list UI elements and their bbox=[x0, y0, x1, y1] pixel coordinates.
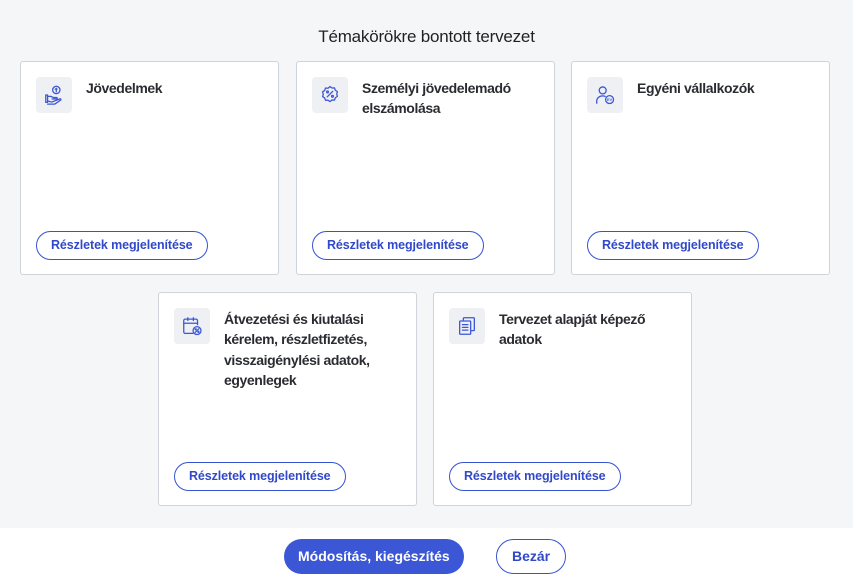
topic-card-sole-proprietors: EV Egyéni vállalkozók Részletek megjelen… bbox=[571, 61, 830, 275]
calendar-percent-icon bbox=[174, 308, 210, 344]
close-button[interactable]: Bezár bbox=[496, 539, 567, 574]
footer-bar: Módosítás, kiegészítés Bezár bbox=[0, 528, 853, 579]
show-details-button[interactable]: Részletek megjelenítése bbox=[312, 231, 484, 260]
documents-icon bbox=[449, 308, 485, 344]
percent-badge-icon bbox=[312, 77, 348, 113]
show-details-button[interactable]: Részletek megjelenítése bbox=[449, 462, 621, 491]
entrepreneur-icon: EV bbox=[587, 77, 623, 113]
card-title: Jövedelmek bbox=[86, 80, 163, 96]
topic-card-personal-income-tax: Személyi jövedelemadó elszámolása Részle… bbox=[296, 61, 555, 275]
card-title: Egyéni vállalkozók bbox=[637, 80, 755, 96]
topic-card-base-data: Tervezet alapját képező adatok Részletek… bbox=[433, 292, 692, 506]
show-details-button[interactable]: Részletek megjelenítése bbox=[36, 231, 208, 260]
hand-coin-icon bbox=[36, 77, 72, 113]
card-title: Átvezetési és kiutalási kérelem, részlet… bbox=[224, 311, 370, 388]
svg-text:EV: EV bbox=[607, 97, 613, 102]
topic-card-transfers-refunds: Átvezetési és kiutalási kérelem, részlet… bbox=[158, 292, 417, 506]
card-title: Tervezet alapját képező adatok bbox=[499, 311, 646, 348]
show-details-button[interactable]: Részletek megjelenítése bbox=[587, 231, 759, 260]
card-title: Személyi jövedelemadó elszámolása bbox=[362, 80, 511, 117]
topic-card-income: Jövedelmek Részletek megjelenítése bbox=[20, 61, 279, 275]
show-details-button[interactable]: Részletek megjelenítése bbox=[174, 462, 346, 491]
modify-button[interactable]: Módosítás, kiegészítés bbox=[284, 539, 464, 574]
page-title: Témakörökre bontott tervezet bbox=[318, 27, 535, 46]
